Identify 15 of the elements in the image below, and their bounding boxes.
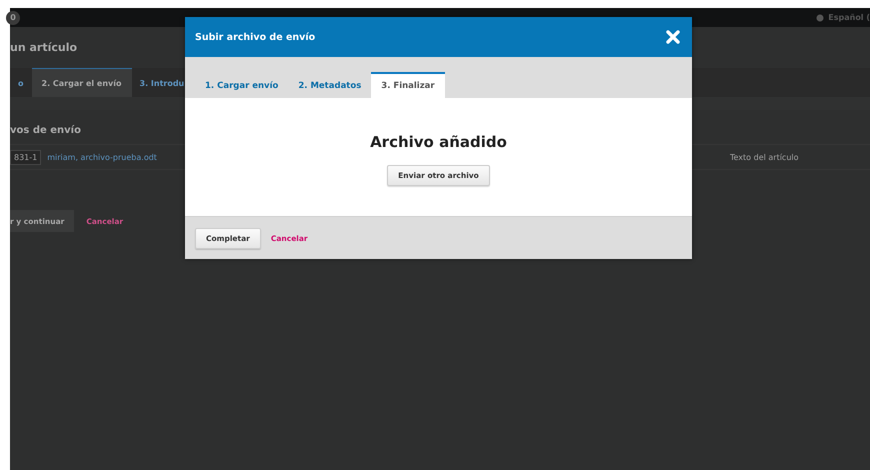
file-id: 831-1 — [10, 150, 42, 164]
file-type: Texto del artículo — [730, 152, 800, 162]
page-title: un artículo — [10, 40, 78, 54]
dialog-heading: Archivo añadido — [370, 133, 507, 151]
dialog-tab[interactable]: 1. Cargar envío — [195, 72, 288, 98]
dialog-tab[interactable]: 2. Metadatos — [288, 72, 372, 98]
step-tab[interactable]: 2. Cargar el envío — [32, 68, 132, 97]
dialog-tab[interactable]: 3. Finalizar — [371, 72, 445, 98]
language-menu[interactable]: Español ( — [828, 13, 870, 22]
dialog-title: Subir archivo de envío — [195, 32, 316, 42]
file-link[interactable]: miriam, archivo-prueba.odt — [47, 152, 157, 162]
section-heading: vos de envío — [10, 124, 81, 138]
close-icon[interactable] — [666, 30, 680, 44]
step-tab[interactable]: o — [10, 68, 32, 97]
notification-badge[interactable]: 0 — [6, 10, 20, 24]
